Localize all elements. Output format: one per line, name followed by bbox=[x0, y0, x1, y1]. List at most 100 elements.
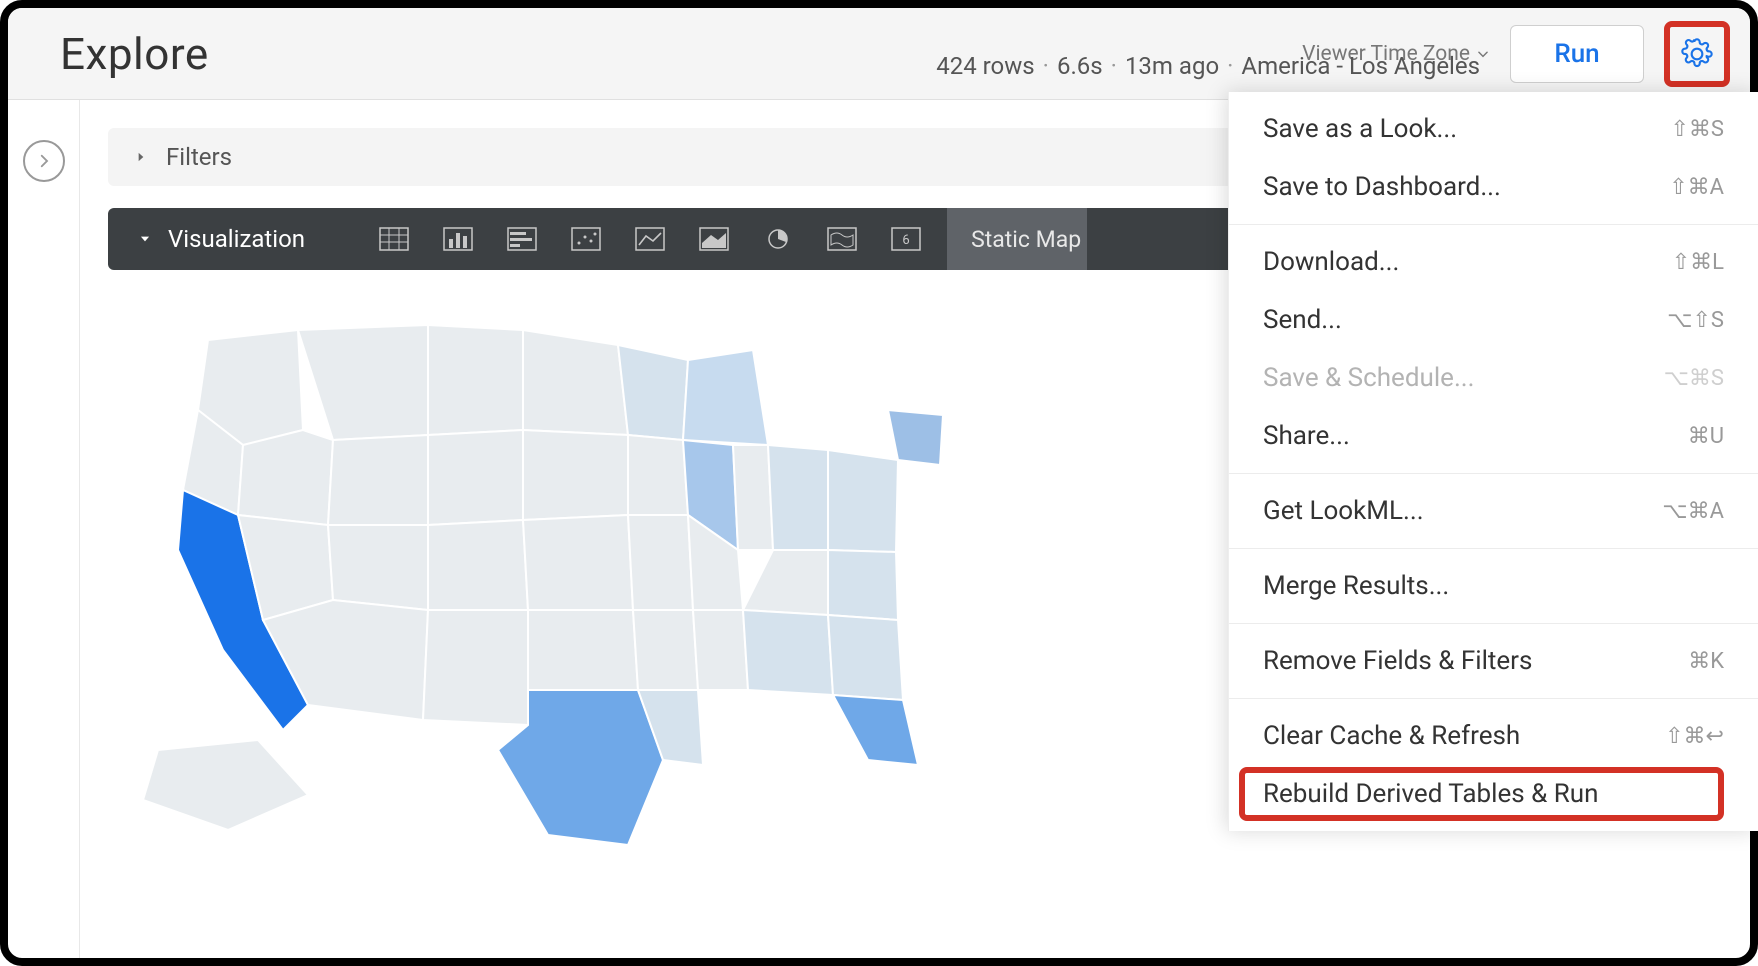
state-wi bbox=[618, 345, 688, 440]
chevron-right-icon bbox=[35, 152, 53, 170]
state-ok bbox=[528, 610, 638, 690]
menu-item-shortcut: ⌘U bbox=[1688, 424, 1724, 449]
menu-item-label: Save & Schedule... bbox=[1263, 363, 1475, 393]
menu-item-label: Share... bbox=[1263, 421, 1350, 451]
status-locale: America - Los Angeles bbox=[1241, 52, 1480, 80]
menu-section: Get LookML... ⌥⌘A bbox=[1229, 474, 1758, 549]
menu-item-label: Send... bbox=[1263, 305, 1342, 335]
viz-icon-area[interactable] bbox=[685, 220, 743, 258]
state-sd bbox=[428, 430, 523, 525]
state-in bbox=[733, 445, 773, 550]
menu-item-label: Save as a Look... bbox=[1263, 114, 1457, 144]
settings-gear-button[interactable] bbox=[1664, 21, 1730, 87]
menu-item-shortcut: ⇧⌘S bbox=[1671, 117, 1725, 142]
menu-item-share[interactable]: Share... ⌘U bbox=[1229, 407, 1758, 465]
viz-icon-pie[interactable] bbox=[749, 220, 807, 258]
topbar: Explore Viewer Time Zone Run 424 rows · … bbox=[8, 8, 1750, 100]
menu-item-rebuild[interactable]: Rebuild Derived Tables & Run bbox=[1229, 765, 1758, 823]
viz-icon-single-value[interactable]: 6 bbox=[877, 220, 935, 258]
separator-dot: · bbox=[1111, 52, 1117, 80]
menu-item-shortcut: ⇧⌘A bbox=[1669, 175, 1724, 200]
caret-right-icon bbox=[134, 150, 148, 164]
page-title: Explore bbox=[60, 28, 209, 80]
state-al bbox=[743, 610, 833, 695]
left-rail bbox=[8, 100, 80, 958]
us-map-svg bbox=[128, 290, 948, 850]
menu-item-label: Rebuild Derived Tables & Run bbox=[1263, 779, 1598, 809]
menu-item-shortcut: ⌥⌘S bbox=[1664, 366, 1724, 391]
separator-dot: · bbox=[1227, 52, 1233, 80]
menu-item-shortcut: ⇧⌘↩ bbox=[1665, 724, 1724, 749]
expand-sidebar-button[interactable] bbox=[23, 140, 65, 182]
menu-item-send[interactable]: Send... ⌥⇧S bbox=[1229, 291, 1758, 349]
menu-item-save-look[interactable]: Save as a Look... ⇧⌘S bbox=[1229, 100, 1758, 158]
state-ne bbox=[523, 430, 628, 520]
menu-item-label: Get LookML... bbox=[1263, 496, 1424, 526]
menu-item-label: Download... bbox=[1263, 247, 1399, 277]
menu-section: Remove Fields & Filters ⌘K bbox=[1229, 624, 1758, 699]
menu-item-save-dashboard[interactable]: Save to Dashboard... ⇧⌘A bbox=[1229, 158, 1758, 216]
menu-item-label: Remove Fields & Filters bbox=[1263, 646, 1532, 676]
menu-item-save-schedule: Save & Schedule... ⌥⌘S bbox=[1229, 349, 1758, 407]
visualization-label: Visualization bbox=[168, 225, 305, 253]
state-ut bbox=[328, 525, 428, 610]
run-button[interactable]: Run bbox=[1510, 25, 1644, 83]
state-tn bbox=[743, 550, 828, 615]
state-ak bbox=[143, 740, 308, 830]
menu-section: Save as a Look... ⇧⌘S Save to Dashboard...… bbox=[1229, 92, 1758, 225]
status-elapsed: 6.6s bbox=[1057, 52, 1103, 80]
state-nd bbox=[428, 325, 523, 435]
menu-item-label: Clear Cache & Refresh bbox=[1263, 721, 1520, 751]
visualization-panel-header[interactable]: Visualization bbox=[108, 225, 335, 253]
state-mt bbox=[298, 325, 428, 440]
state-ms bbox=[693, 610, 748, 690]
state-ks bbox=[523, 515, 633, 610]
gear-icon bbox=[1681, 38, 1713, 70]
status-rows: 424 rows bbox=[936, 52, 1034, 80]
state-oh bbox=[768, 445, 828, 550]
menu-item-label: Merge Results... bbox=[1263, 571, 1449, 601]
viz-icon-bar[interactable] bbox=[429, 220, 487, 258]
query-status: 424 rows · 6.6s · 13m ago · America - Lo… bbox=[936, 52, 1480, 80]
state-id bbox=[238, 430, 333, 525]
menu-item-shortcut: ⌥⌘A bbox=[1662, 499, 1724, 524]
separator-dot: · bbox=[1043, 52, 1049, 80]
state-fl bbox=[833, 695, 918, 765]
menu-item-shortcut: ⌥⇧S bbox=[1667, 308, 1724, 333]
state-wv-pa bbox=[828, 450, 898, 552]
state-va-nc bbox=[828, 550, 898, 620]
menu-item-get-lookml[interactable]: Get LookML... ⌥⌘A bbox=[1229, 482, 1758, 540]
menu-section: Download... ⇧⌘L Send... ⌥⇧S Save & Schedule.… bbox=[1229, 225, 1758, 474]
state-nm bbox=[423, 610, 528, 725]
menu-section: Merge Results... bbox=[1229, 549, 1758, 624]
menu-item-label: Save to Dashboard... bbox=[1263, 172, 1501, 202]
state-co bbox=[428, 520, 528, 610]
visualization-type-icons: 6 bbox=[365, 220, 935, 258]
filters-label: Filters bbox=[166, 143, 232, 171]
settings-dropdown-menu: Save as a Look... ⇧⌘S Save to Dashboard...… bbox=[1228, 92, 1758, 831]
app-frame: Explore Viewer Time Zone Run 424 rows · … bbox=[0, 0, 1758, 966]
viz-icon-horizontal-bar[interactable] bbox=[493, 220, 551, 258]
viz-tab-static-map[interactable]: Static Map bbox=[947, 208, 1087, 270]
state-mn bbox=[523, 330, 628, 435]
state-wy bbox=[328, 435, 428, 525]
state-ga bbox=[828, 615, 903, 700]
state-mi bbox=[683, 350, 768, 445]
menu-item-clear-cache[interactable]: Clear Cache & Refresh ⇧⌘↩ bbox=[1229, 707, 1758, 765]
state-ny bbox=[888, 410, 943, 465]
state-mo bbox=[628, 515, 693, 610]
viz-icon-scatter[interactable] bbox=[557, 220, 615, 258]
state-ia bbox=[628, 435, 688, 515]
menu-item-shortcut: ⇧⌘L bbox=[1672, 250, 1724, 275]
menu-item-merge[interactable]: Merge Results... bbox=[1229, 557, 1758, 615]
viz-icon-table[interactable] bbox=[365, 220, 423, 258]
menu-item-shortcut: ⌘K bbox=[1688, 649, 1724, 674]
menu-item-remove-fields[interactable]: Remove Fields & Filters ⌘K bbox=[1229, 632, 1758, 690]
caret-down-icon bbox=[138, 232, 152, 246]
viz-icon-line[interactable] bbox=[621, 220, 679, 258]
viz-icon-map[interactable] bbox=[813, 220, 871, 258]
state-ar bbox=[633, 610, 698, 690]
menu-item-download[interactable]: Download... ⇧⌘L bbox=[1229, 233, 1758, 291]
status-age: 13m ago bbox=[1125, 52, 1219, 80]
svg-text:6: 6 bbox=[902, 233, 909, 248]
